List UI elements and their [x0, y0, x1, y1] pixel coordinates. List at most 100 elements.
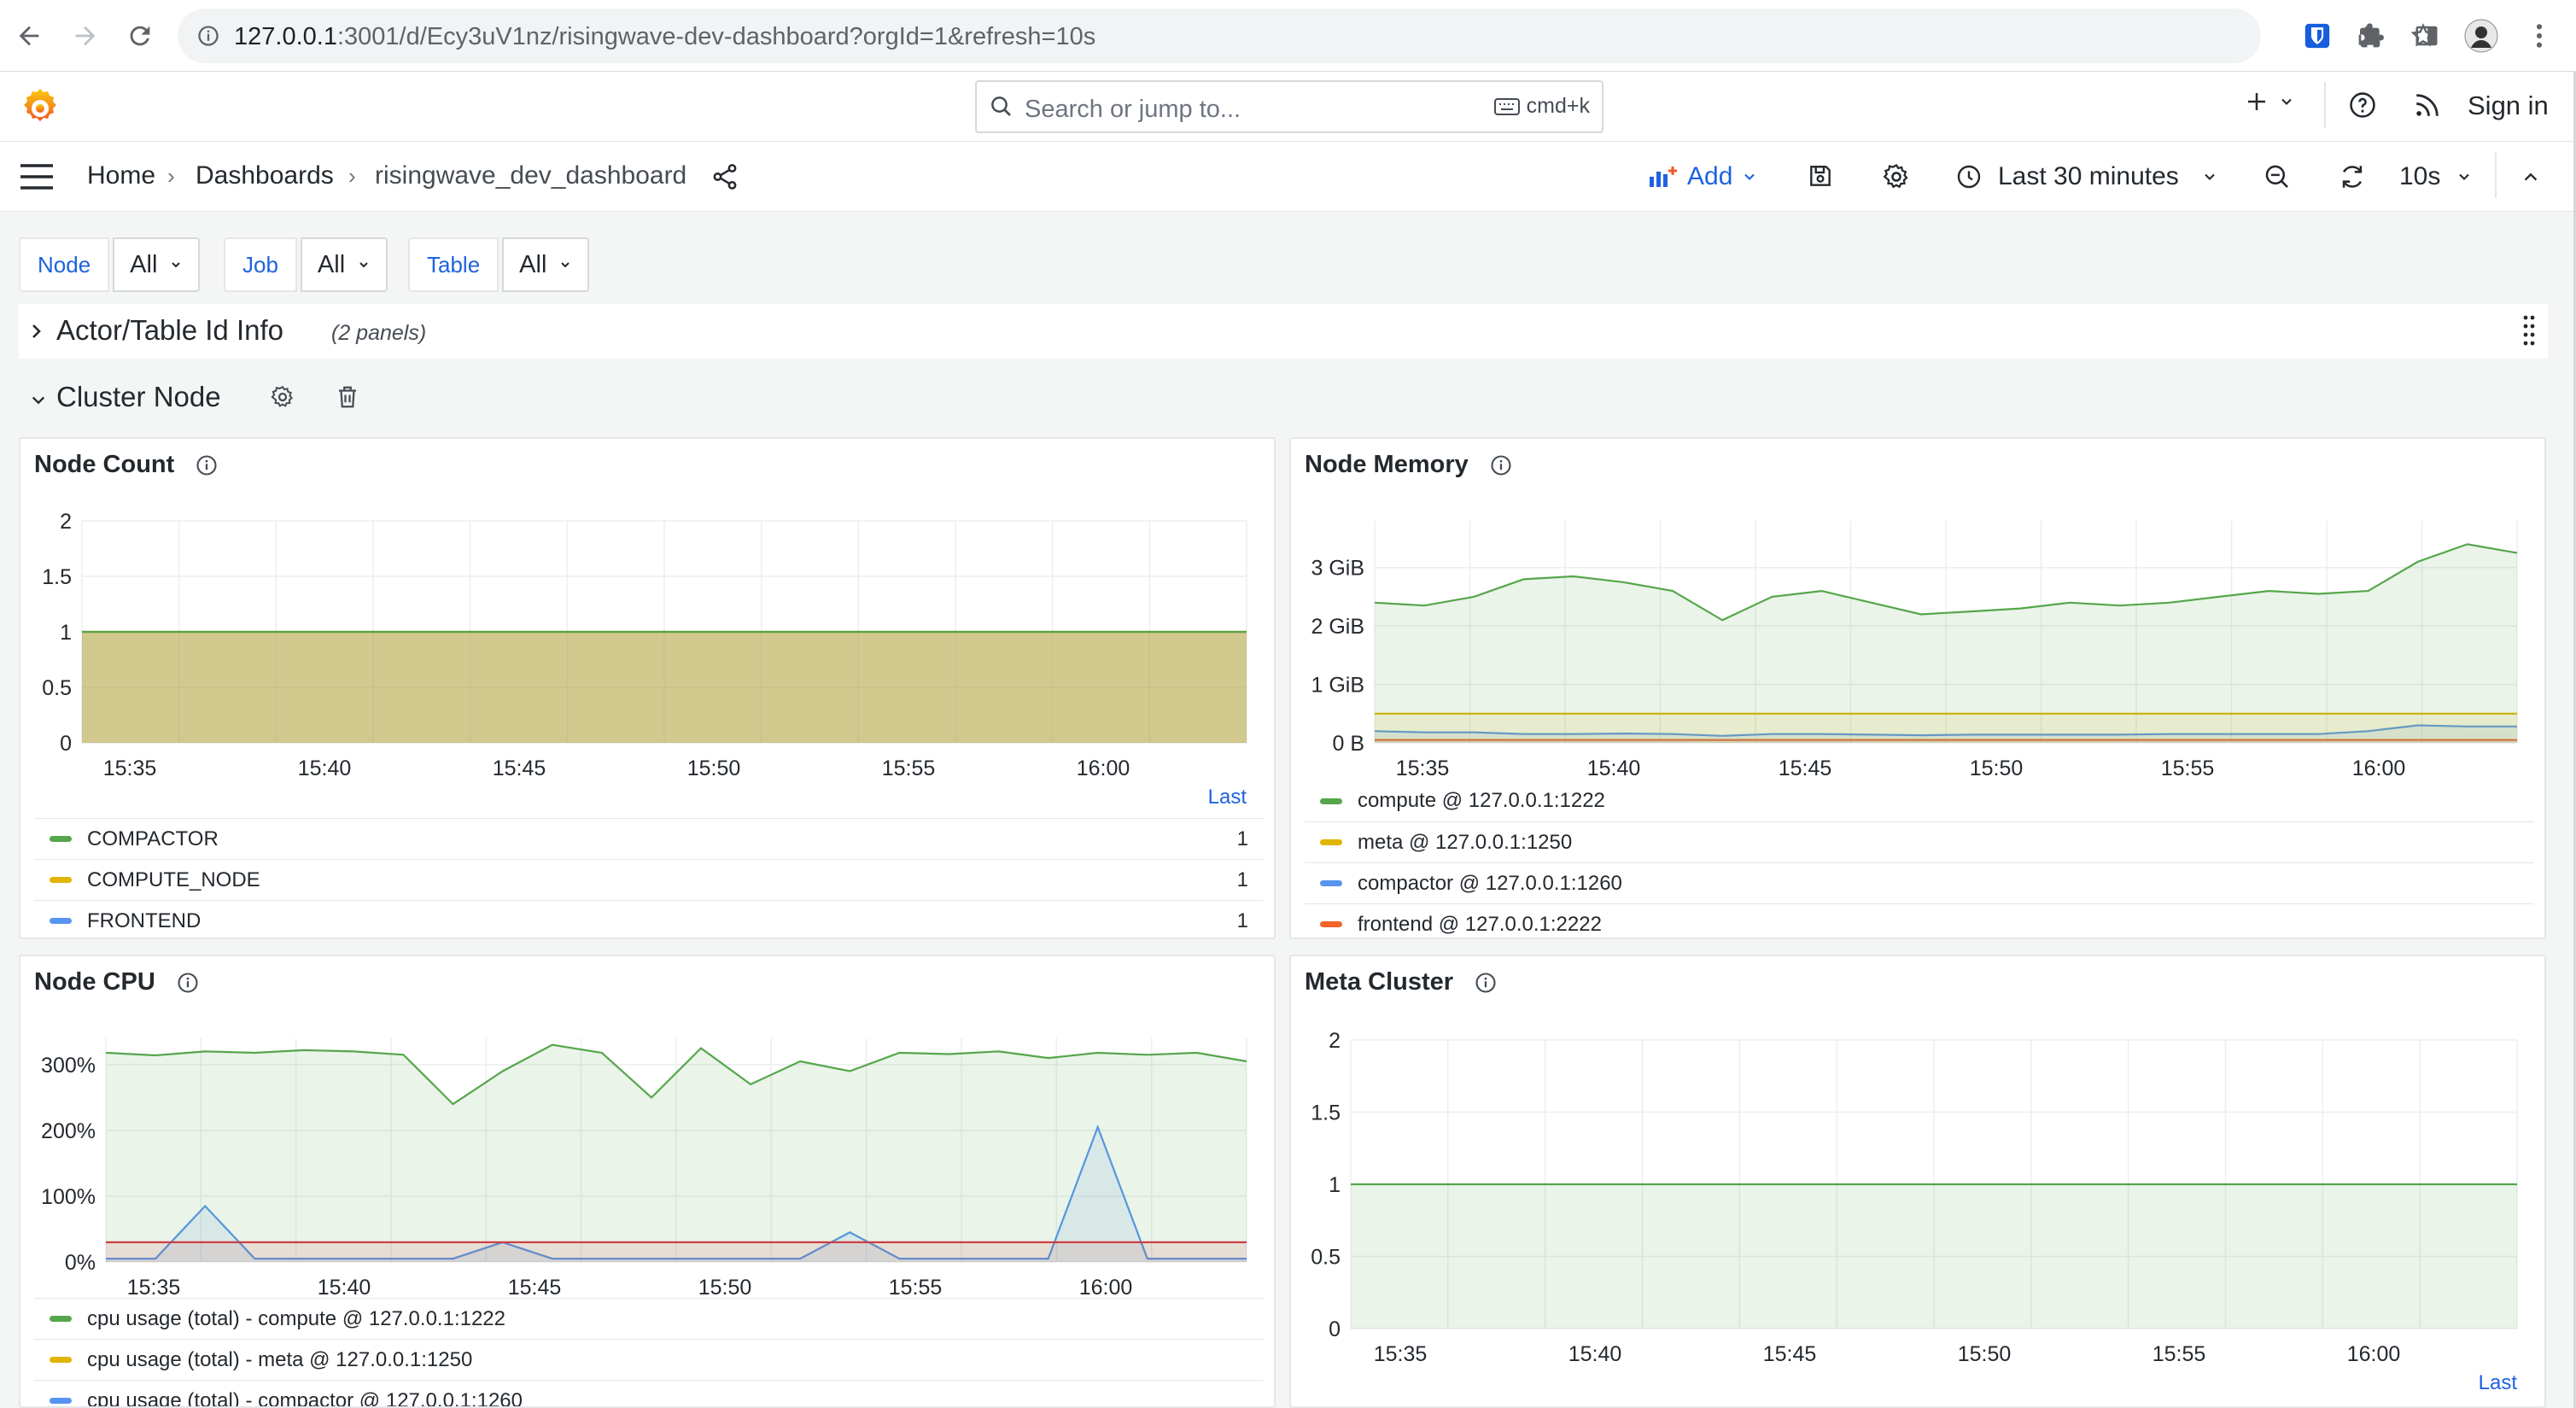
arrow-right-icon — [75, 26, 96, 46]
breadcrumb-home[interactable]: Home — [87, 161, 155, 190]
variable-table-select[interactable]: All — [502, 237, 590, 292]
gear-icon[interactable] — [1882, 162, 1911, 191]
y-tick-label: 0 — [1329, 1317, 1341, 1341]
chevron-up-icon[interactable] — [2519, 167, 2543, 186]
hamburger-menu-icon[interactable] — [19, 162, 55, 191]
breadcrumb-dashboards[interactable]: Dashboards — [196, 161, 334, 190]
arrow-left-icon — [19, 26, 39, 46]
y-tick-label: 1 — [60, 621, 72, 645]
legend: compute @ 127.0.0.1:1222 meta @ 127.0.0.… — [1305, 780, 2534, 938]
series-area — [106, 1044, 1247, 1262]
y-tick-label: 0.5 — [1311, 1246, 1341, 1270]
legend-header-last[interactable]: Last — [2479, 1371, 2517, 1395]
chevron-down-icon — [2459, 173, 2470, 180]
legend-header-last[interactable]: Last — [1208, 786, 1247, 809]
legend-item[interactable]: COMPACTOR 1 — [34, 818, 1264, 859]
meta-cluster-chart[interactable]: 0 0.5 1 1.5 2 15:35 15:40 15:45 15:50 15:55 16:00 — [1291, 956, 2546, 1383]
search-placeholder: Search or jump to... — [1025, 96, 1241, 123]
legend: COMPACTOR 1 COMPUTE_NODE 1 FRONTEND 1 — [34, 818, 1264, 938]
breadcrumb-current-dashboard: risingwave_dev_dashboard — [375, 161, 687, 190]
grafana-logo-icon[interactable] — [19, 85, 61, 128]
reload-button[interactable] — [120, 15, 161, 56]
legend-item[interactable]: frontend @ 127.0.0.1:2222 — [1305, 903, 2534, 938]
trash-icon[interactable] — [335, 384, 360, 410]
help-icon[interactable] — [2348, 91, 2377, 120]
x-tick-label: 15:45 — [493, 757, 546, 780]
x-tick-label: 15:40 — [1568, 1342, 1622, 1366]
back-button[interactable] — [9, 15, 50, 56]
node-memory-chart[interactable]: 0 B 1 GiB 2 GiB 3 GiB 15:35 15:40 15:45 15:50 15… — [1291, 439, 2546, 797]
search-icon — [991, 96, 1011, 116]
variable-job-select[interactable]: All — [300, 237, 388, 292]
grafana-topbar: Search or jump to... cmd+k Sign in — [0, 72, 2576, 142]
legend-item[interactable]: compute @ 127.0.0.1:1222 — [1305, 780, 2534, 821]
rss-icon[interactable] — [2413, 91, 2442, 120]
y-tick-label: 0.5 — [42, 676, 72, 700]
add-panel-button[interactable]: Add — [1648, 156, 1758, 197]
legend-swatch — [50, 877, 72, 883]
refresh-interval-picker[interactable]: 10s — [2399, 156, 2473, 197]
panel-node-memory[interactable]: Node Memory 0 B1 GiB 2 GiB 3 GiB 15:35 15:40… — [1289, 437, 2546, 939]
share-icon[interactable] — [710, 162, 739, 191]
x-tick-label: 15:55 — [2161, 757, 2215, 780]
legend-swatch — [50, 1316, 72, 1322]
profile-avatar[interactable] — [2461, 15, 2502, 56]
panel-meta-cluster[interactable]: Meta Cluster 0 0.5 1 1.5 2 15:35 15:40 15:45 15:… — [1289, 955, 2546, 1408]
refresh-icon[interactable] — [2338, 162, 2367, 191]
chevron-down-icon — [1744, 173, 1755, 180]
legend-item[interactable]: meta @ 127.0.0.1:1250 — [1305, 821, 2534, 862]
x-tick-label: 15:55 — [889, 1276, 943, 1300]
zoom-out-icon[interactable] — [2263, 162, 2292, 191]
y-tick-label: 1 — [1329, 1173, 1341, 1197]
legend-item[interactable]: cpu usage (total) - compute @ 127.0.0.1:… — [34, 1298, 1264, 1339]
new-menu-button[interactable] — [2244, 89, 2295, 114]
save-icon[interactable] — [1807, 162, 1834, 190]
legend-item[interactable]: cpu usage (total) - meta @ 127.0.0.1:125… — [34, 1339, 1264, 1380]
chevron-down-icon — [359, 262, 368, 268]
legend-swatch — [1320, 839, 1342, 845]
y-tick-label: 1.5 — [1311, 1101, 1341, 1125]
address-bar[interactable]: 127.0.0.1:3001/d/Ecy3uV1nz/risingwave-de… — [178, 9, 2436, 63]
x-tick-label: 15:50 — [1970, 757, 2024, 780]
sign-in-link[interactable]: Sign in — [2468, 91, 2549, 121]
divider — [2324, 82, 2326, 128]
legend-item[interactable]: compactor @ 127.0.0.1:1260 — [1305, 862, 2534, 903]
dashboard-nav-bar: Home › Dashboards › risingwave_dev_dashb… — [0, 142, 2576, 212]
x-tick-label: 16:00 — [2352, 757, 2406, 780]
chevron-down-icon — [172, 262, 181, 268]
legend-swatch — [1320, 921, 1342, 927]
legend-item[interactable]: FRONTEND 1 — [34, 900, 1264, 938]
password-manager-icon[interactable] — [2297, 15, 2338, 56]
legend-swatch — [50, 836, 72, 842]
legend: cpu usage (total) - compute @ 127.0.0.1:… — [34, 1298, 1264, 1406]
side-panel-icon[interactable] — [2406, 15, 2447, 56]
extensions-icon[interactable] — [2351, 15, 2392, 56]
browser-toolbar: 127.0.0.1:3001/d/Ecy3uV1nz/risingwave-de… — [0, 0, 2576, 72]
variable-job: Job All — [224, 237, 388, 292]
forward-button[interactable] — [65, 15, 106, 56]
keyboard-icon — [1493, 97, 1520, 115]
variable-label: Job — [224, 237, 297, 292]
node-count-chart[interactable]: 0 0.5 1 1.5 2 15:35 15:40 15:45 15:50 15:55 16:00 — [20, 439, 1276, 797]
chrome-menu-icon[interactable] — [2519, 15, 2560, 56]
search-input[interactable]: Search or jump to... cmd+k — [975, 80, 1603, 133]
drag-handle-icon[interactable] — [2522, 314, 2536, 348]
legend-swatch — [1320, 797, 1342, 804]
chevron-down-icon — [32, 396, 45, 405]
y-tick-label: 1.5 — [42, 565, 72, 589]
y-tick-label: 200% — [41, 1119, 96, 1143]
time-range-picker[interactable]: Last 30 minutes — [1955, 156, 2218, 197]
y-tick-label: 100% — [41, 1185, 96, 1209]
x-tick-label: 15:45 — [508, 1276, 562, 1300]
panel-node-cpu[interactable]: Node CPU 0% 100% 200% 300% 15:35 15:40 15:45 15… — [19, 955, 1276, 1408]
legend-item[interactable]: cpu usage (total) - compactor @ 127.0.0.… — [34, 1380, 1264, 1406]
gear-icon[interactable] — [270, 384, 295, 410]
row-cluster-node[interactable]: Cluster Node — [19, 372, 446, 424]
panel-node-count[interactable]: Node Count 0 0.5 1 1.5 2 15:35 15:40 15:45 15:50… — [19, 437, 1276, 939]
node-cpu-chart[interactable]: 0% 100% 200% 300% 15:35 15:40 15:45 15:50 15:55 1… — [20, 956, 1276, 1306]
y-tick-label: 2 GiB — [1311, 615, 1364, 639]
row-actor-table-id-info[interactable]: Actor/Table Id Info (2 panels) — [19, 304, 2548, 359]
legend-item[interactable]: COMPUTE_NODE 1 — [34, 859, 1264, 900]
variable-node-select[interactable]: All — [113, 237, 201, 292]
y-tick-label: 0 B — [1332, 732, 1364, 756]
